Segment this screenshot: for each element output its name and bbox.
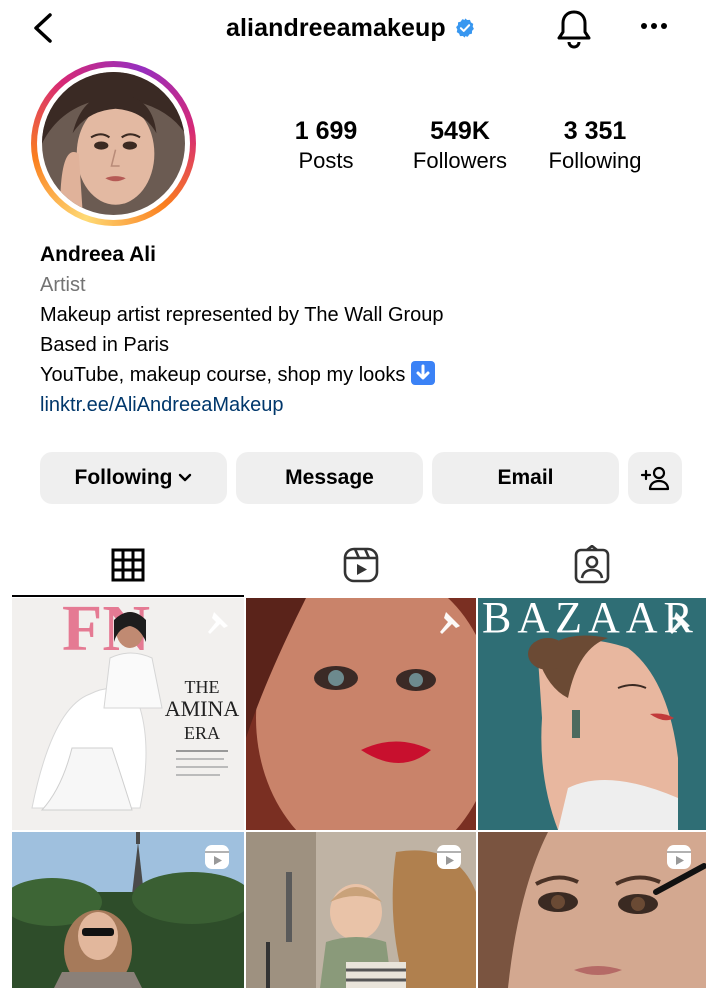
profile-avatar-story-ring[interactable] [31,61,196,226]
active-tab-indicator [12,595,244,597]
post-thumbnail-5[interactable] [246,832,476,988]
tab-reels[interactable] [244,534,477,596]
post-thumbnail-6[interactable] [478,832,706,988]
cover-headline-3: ERA [184,723,220,743]
posts-label: Posts [298,148,354,173]
post-thumbnail-1[interactable]: FN THE AMINA ERA [12,598,244,830]
post-thumbnail-4[interactable] [12,832,244,988]
username-text: aliandreeamakeup [226,13,446,42]
pin-icon [670,612,690,634]
reels-icon [343,547,378,583]
profile-bio: Andreea Ali Artist Makeup artist represe… [40,240,680,420]
posts-count: 1 699 [294,117,358,145]
reels-icon [667,845,691,869]
suggested-accounts-button[interactable] [628,452,682,504]
reels-icon [437,845,461,869]
avatar-portrait-image [42,72,185,215]
back-arrow-icon[interactable] [26,10,60,46]
tab-tagged[interactable] [477,534,706,596]
following-label: Following [548,148,642,173]
reels-icon [205,845,229,869]
avatar [42,72,185,215]
notification-bell-icon[interactable] [553,6,595,50]
cover-headline-1: THE [185,677,220,697]
cover-headline-2: AMINA [165,696,240,721]
more-options-icon[interactable] [638,10,670,42]
profile-username-header[interactable]: aliandreeamakeup [226,12,476,44]
chevron-down-icon [179,473,192,482]
post-thumbnail-3[interactable]: BAZAAR [478,598,706,830]
bio-line-3-container: YouTube, makeup course, shop my looks [40,360,680,390]
verified-badge-icon [455,18,474,38]
email-button-label: Email [497,466,554,489]
following-button-label: Following [74,466,173,489]
down-arrow-emoji-icon [411,361,436,385]
followers-label: Followers [412,148,508,173]
add-user-icon [640,466,670,491]
message-button-label: Message [285,466,374,489]
bio-line-2: Based in Paris [40,334,169,356]
post-thumbnail-2[interactable] [246,598,476,830]
tagged-icon [574,545,609,584]
following-button[interactable]: Following [40,452,227,504]
following-count-stat[interactable]: 3 351 Following [538,116,652,176]
followers-count-stat[interactable]: 549K Followers [402,116,518,176]
message-button[interactable]: Message [236,452,423,504]
grid-icon [111,548,145,582]
following-count: 3 351 [563,117,627,145]
bio-line-1: Makeup artist represented by The Wall Gr… [40,304,444,326]
profile-display-name: Andreea Ali [40,243,156,266]
pin-icon [208,612,228,634]
pin-icon [440,612,460,634]
bio-external-link[interactable]: linktr.ee/AliAndreeaMakeup [40,390,680,420]
posts-count-stat[interactable]: 1 699 Posts [276,116,376,176]
email-button[interactable]: Email [432,452,619,504]
bio-line-3: YouTube, makeup course, shop my looks [40,364,406,386]
top-bar: aliandreeamakeup [0,0,706,58]
profile-category: Artist [40,274,86,296]
tab-posts-grid[interactable] [12,534,244,596]
followers-count: 549K [430,117,490,145]
